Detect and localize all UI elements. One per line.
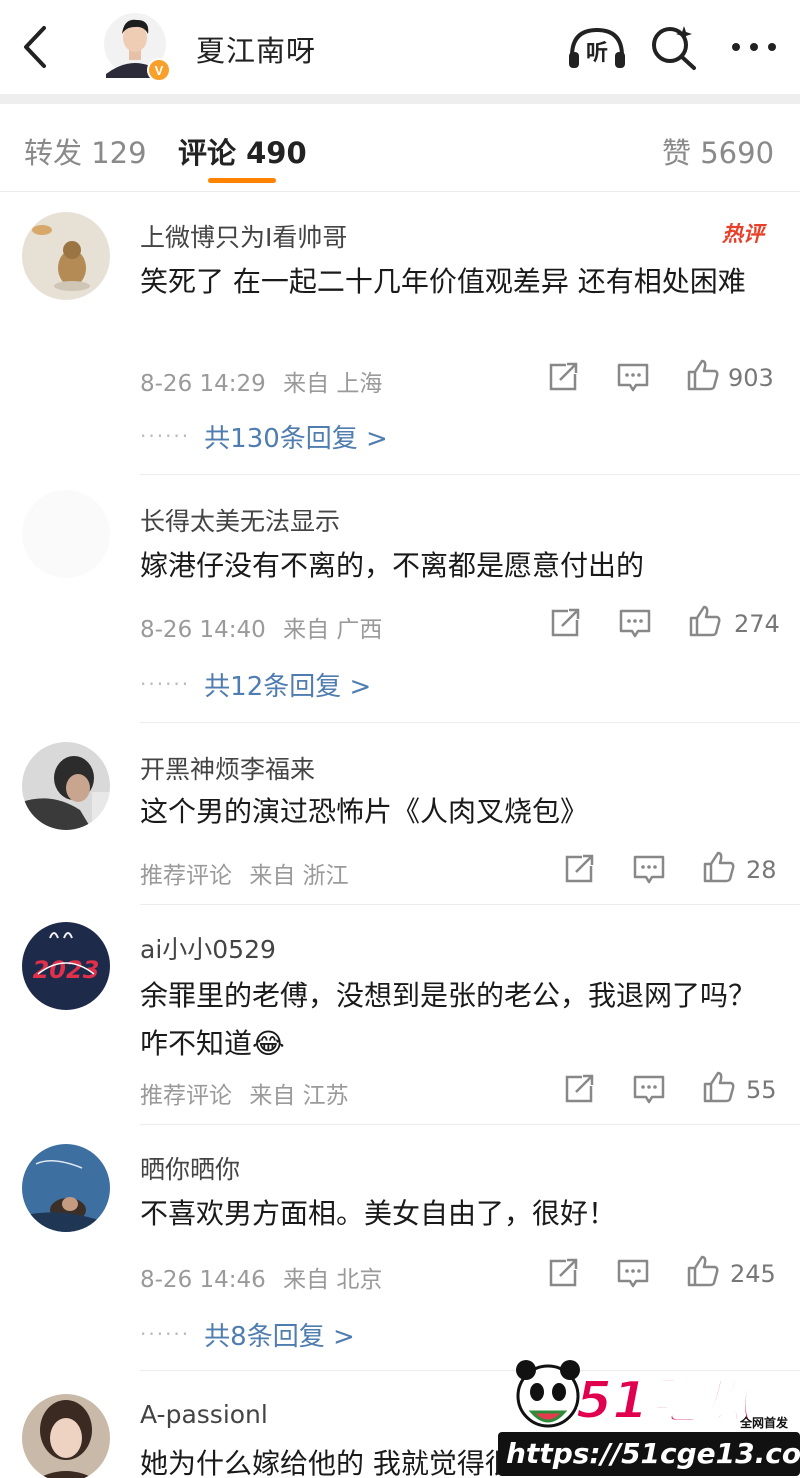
back-arrow-icon[interactable] <box>14 22 58 72</box>
share-icon[interactable] <box>562 852 596 886</box>
comment-source: 来自 广西 <box>283 617 383 643</box>
comment-source: 来自 江苏 <box>249 1083 349 1109</box>
search-icon[interactable] <box>648 22 700 72</box>
commenter-avatar[interactable] <box>22 1144 110 1232</box>
like-count: 274 <box>734 610 780 638</box>
replies-count[interactable]: 共8条回复 > <box>204 1322 355 1352</box>
like-thumb-icon[interactable] <box>702 850 736 884</box>
comment-source: 来自 北京 <box>283 1267 383 1293</box>
comment-meta: 8-26 14:29 来自 上海 <box>140 364 382 398</box>
commenter-name[interactable]: 晒你晒你 <box>140 1150 240 1186</box>
comment-divider <box>140 722 800 723</box>
share-icon[interactable] <box>546 360 580 394</box>
comment-time: 8-26 14:40 <box>140 617 266 643</box>
comment-text: 不喜欢男方面相。美女自由了，很好！ <box>140 1197 617 1230</box>
laughing-emoji-icon: 😂 <box>252 1027 285 1060</box>
tab-comments[interactable]: 评论 490 <box>178 130 307 172</box>
like-count: 28 <box>746 856 777 884</box>
header-separator <box>0 94 800 104</box>
commenter-name[interactable]: 长得太美无法显示 <box>140 502 340 538</box>
author-avatar[interactable]: V <box>104 12 170 82</box>
comment-time: 8-26 14:46 <box>140 1267 266 1293</box>
comment-divider <box>140 474 800 475</box>
share-icon[interactable] <box>546 1256 580 1290</box>
commenter-name[interactable]: 上微博只为I看帅哥 <box>140 218 347 254</box>
comment-meta: 推荐评论 来自 江苏 <box>140 1076 349 1110</box>
replies-count[interactable]: 共130条回复 > <box>204 424 388 454</box>
watermark-overlay: 51吃瓜 全网首发 https://51cge13.com <box>496 1352 800 1478</box>
svg-text:听: 听 <box>586 41 608 66</box>
comment-divider <box>140 1124 800 1125</box>
top-bar: V 夏江南呀 听 <box>0 0 800 94</box>
commenter-name[interactable]: 开黑神烦李福来 <box>140 750 315 786</box>
commenter-name[interactable]: ai小小0529 <box>140 930 276 966</box>
comment-text: 笑死了 在一起二十几年价值观差异 还有相处困难 <box>140 265 746 298</box>
hot-comment-badge: 热评 <box>722 222 764 246</box>
comment-source: 来自 浙江 <box>249 863 349 889</box>
watermark-tag: 全网首发 <box>740 1416 789 1430</box>
commenter-avatar[interactable]: 2023 <box>22 922 110 1010</box>
comment-source: 来自 上海 <box>283 371 383 397</box>
comment-meta: 推荐评论 来自 浙江 <box>140 856 349 890</box>
tab-likes[interactable]: 赞 5690 <box>662 130 774 172</box>
reply-comment-icon[interactable] <box>632 1072 666 1106</box>
like-count: 55 <box>746 1076 777 1104</box>
comment-meta: 8-26 14:40 来自 广西 <box>140 610 382 644</box>
comment-time: 推荐评论 <box>140 863 232 889</box>
commenter-name[interactable]: A-passionl <box>140 1400 268 1429</box>
watermark-url: https://51cge13.com <box>498 1432 800 1476</box>
like-thumb-icon[interactable] <box>686 1254 720 1288</box>
watermark-logo: 51吃瓜 <box>575 1370 753 1432</box>
commenter-avatar[interactable] <box>22 742 110 830</box>
replies-count[interactable]: 共12条回复 > <box>204 672 371 702</box>
reply-comment-icon[interactable] <box>616 360 650 394</box>
comment-text: 嫁港仔没有不离的，不离都是愿意付出的 <box>140 549 645 582</box>
like-thumb-icon[interactable] <box>686 358 720 392</box>
comment-time: 8-26 14:29 <box>140 371 266 397</box>
comment-text-content: 余罪里的老傅，没想到是张的老公，我退网了吗？咋不知道 <box>140 979 757 1060</box>
like-thumb-icon[interactable] <box>688 604 722 638</box>
comment-time: 推荐评论 <box>140 1083 232 1109</box>
like-count: 245 <box>730 1260 776 1288</box>
comment-text: 余罪里的老傅，没想到是张的老公，我退网了吗？咋不知道😂 <box>140 972 780 1068</box>
active-tab-indicator <box>208 178 276 183</box>
page-title: 夏江南呀 <box>196 34 317 68</box>
like-count: 903 <box>728 364 774 392</box>
commenter-avatar[interactable] <box>22 1394 110 1478</box>
reply-comment-icon[interactable] <box>618 606 652 640</box>
comment-divider <box>140 904 800 905</box>
verified-badge: V <box>155 63 164 78</box>
view-replies-link[interactable]: ······ 共12条回复 > <box>140 666 371 703</box>
tab-bar: 转发 129 评论 490 赞 5690 <box>0 104 800 192</box>
commenter-avatar[interactable] <box>22 212 110 300</box>
comment-meta: 8-26 14:46 来自 北京 <box>140 1260 382 1294</box>
like-thumb-icon[interactable] <box>702 1070 736 1104</box>
reply-comment-icon[interactable] <box>632 852 666 886</box>
panda-mascot-icon <box>516 1360 580 1428</box>
view-replies-link[interactable]: ······ 共8条回复 > <box>140 1316 355 1353</box>
reply-comment-icon[interactable] <box>616 1256 650 1290</box>
share-icon[interactable] <box>562 1072 596 1106</box>
commenter-avatar[interactable] <box>22 490 110 578</box>
listen-headphones-icon[interactable]: 听 <box>566 22 628 72</box>
comment-text: 这个男的演过恐怖片《人肉叉烧包》 <box>140 795 589 828</box>
share-icon[interactable] <box>548 606 582 640</box>
tab-repost[interactable]: 转发 129 <box>24 130 147 172</box>
more-options-icon[interactable] <box>724 22 784 72</box>
view-replies-link[interactable]: ······ 共130条回复 > <box>140 418 388 455</box>
